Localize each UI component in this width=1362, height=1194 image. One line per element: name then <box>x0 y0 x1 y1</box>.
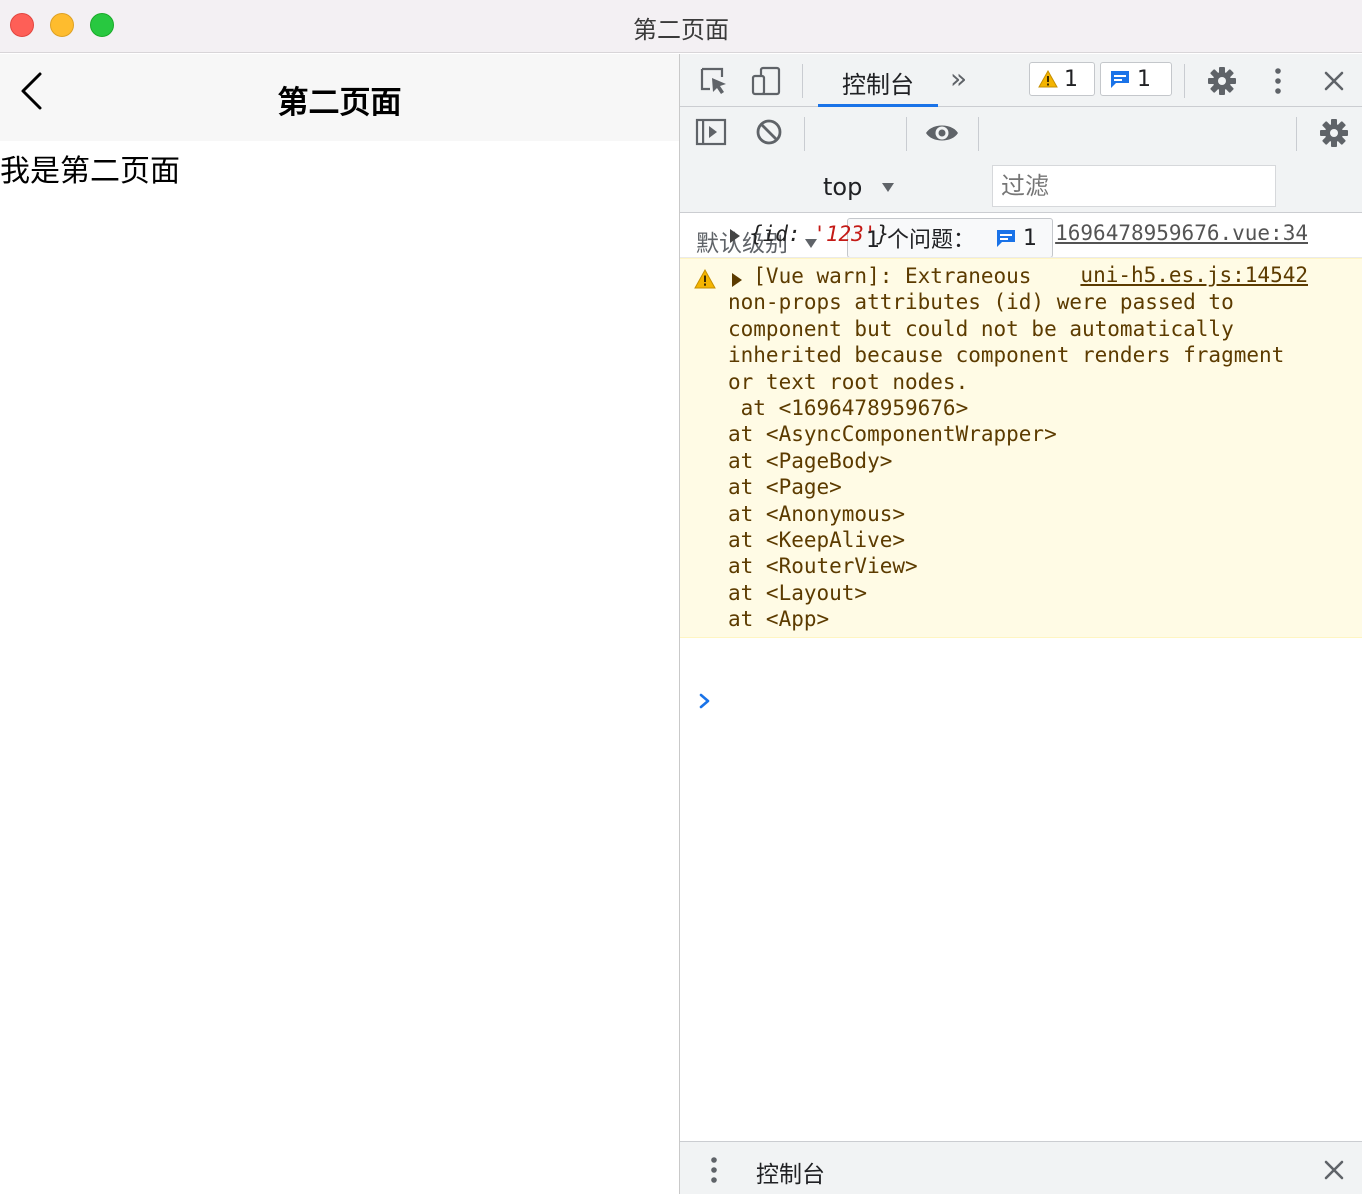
console-toolbar: top 过滤 默认级别 1 个问题： 1 <box>680 107 1362 258</box>
console-settings-button[interactable] <box>1316 115 1352 151</box>
kebab-menu-icon <box>1275 68 1281 94</box>
devtools-tabbar: 控制台 » 1 1 <box>680 54 1362 107</box>
toolbar-separator <box>978 117 979 151</box>
source-link[interactable]: 1696478959676.vue:34 <box>1055 221 1308 245</box>
devtools-drawer: 控制台 <box>680 1141 1362 1194</box>
sidebar-toggle-icon <box>695 118 727 146</box>
close-icon <box>1324 1160 1344 1180</box>
console-prompt[interactable] <box>698 692 712 714</box>
stack-frame: at <Page> <box>728 475 842 500</box>
message-icon <box>1111 71 1129 88</box>
toggle-sidebar-button[interactable] <box>694 115 728 149</box>
settings-button[interactable] <box>1204 64 1240 98</box>
more-tabs-button[interactable]: » <box>950 62 967 95</box>
toolbar-separator <box>1296 117 1297 151</box>
page-title: 第二页面 <box>277 85 402 121</box>
console-warning-message: [Vue warn]: Extraneous non-props attribu… <box>680 258 1362 638</box>
object-value: '123' <box>813 222 877 246</box>
stack-frame: at <PageBody> <box>728 448 893 473</box>
app-navbar: 第二页面 <box>0 54 679 141</box>
expand-triangle-icon[interactable] <box>730 229 740 243</box>
live-expression-button[interactable] <box>922 116 962 150</box>
toolbar-separator <box>804 117 805 151</box>
stack-frame: at <App> <box>728 607 830 632</box>
eye-icon <box>926 125 958 141</box>
stack-frame: at <AsyncComponentWrapper> <box>728 422 1057 447</box>
drawer-menu-button[interactable] <box>700 1154 728 1186</box>
tab-console[interactable]: 控制台 <box>818 54 938 107</box>
device-mode-icon <box>751 66 781 96</box>
context-select-value: top <box>823 173 863 201</box>
warning-text: [Vue warn]: Extraneous non-props attribu… <box>728 263 1328 633</box>
more-options-button[interactable] <box>1264 64 1292 98</box>
page-body-text: 我是第二页面 <box>0 154 180 189</box>
console-log-message: {id: '123'} 1696478959676.vue:34 <box>680 213 1362 258</box>
toolbar-separator <box>906 117 907 151</box>
devtools-panel: 控制台 » 1 1 top 过滤 默认级别 1 个问题： 1 {id: '123… <box>680 54 1362 1194</box>
source-link[interactable]: uni-h5.es.js:14542 <box>1080 263 1308 287</box>
stack-frame: at <KeepAlive> <box>728 528 906 553</box>
chevron-right-icon <box>699 693 710 709</box>
context-select[interactable]: top <box>823 173 896 201</box>
caret-down-icon <box>881 183 894 192</box>
warning-icon <box>694 269 716 289</box>
gear-icon <box>1320 119 1348 147</box>
console-messages: {id: '123'} 1696478959676.vue:34 [Vue wa… <box>680 213 1362 709</box>
gear-icon <box>1208 67 1236 95</box>
close-devtools-button[interactable] <box>1318 64 1350 98</box>
device-toolbar-button[interactable] <box>748 64 784 98</box>
stack-frame: at <RouterView> <box>728 554 918 579</box>
toolbar-separator <box>802 64 803 98</box>
window-titlebar: 第二页面 <box>0 0 1362 53</box>
toolbar-separator <box>1184 64 1185 98</box>
close-drawer-button[interactable] <box>1318 1154 1350 1186</box>
clear-console-button[interactable] <box>752 115 786 149</box>
messages-badge[interactable]: 1 <box>1100 62 1172 96</box>
inspect-element-button[interactable] <box>696 64 732 98</box>
kebab-menu-icon <box>711 1157 717 1183</box>
messages-count: 1 <box>1137 66 1151 92</box>
filter-input[interactable] <box>992 165 1276 207</box>
close-icon <box>1324 71 1344 91</box>
warnings-count: 1 <box>1064 66 1078 92</box>
drawer-tab-console[interactable]: 控制台 <box>756 1155 825 1189</box>
inspect-cursor-icon <box>700 67 726 94</box>
window-title: 第二页面 <box>633 16 729 44</box>
stack-frame: at <Anonymous> <box>728 501 906 526</box>
stack-frame: at <Layout> <box>728 580 868 605</box>
logged-object[interactable]: {id: '123'} <box>750 222 889 246</box>
app-preview: 第二页面 我是第二页面 <box>0 54 679 1194</box>
block-icon <box>756 119 782 145</box>
stack-frame: at <1696478959676> <box>728 396 969 421</box>
warnings-badge[interactable]: 1 <box>1029 62 1095 96</box>
warning-icon <box>1038 70 1058 88</box>
